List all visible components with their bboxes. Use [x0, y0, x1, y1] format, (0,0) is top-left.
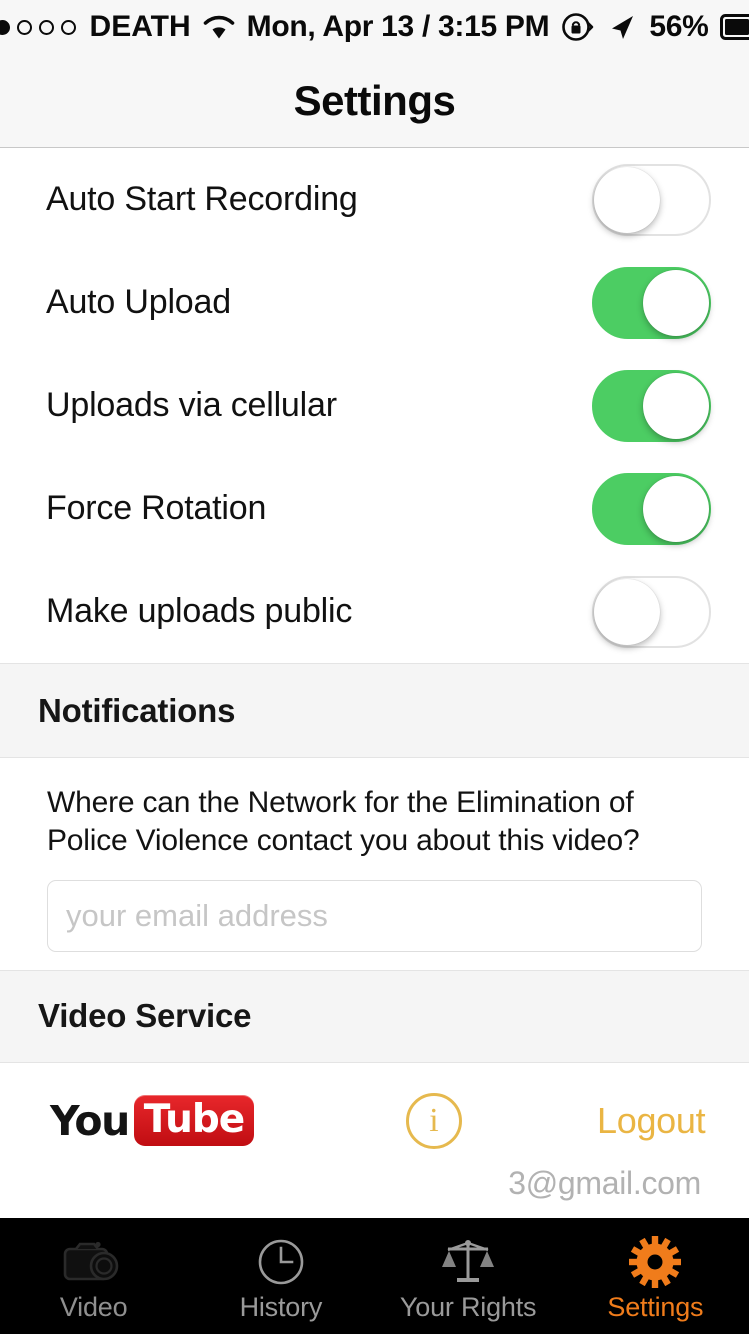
signal-strength-dots: [0, 19, 76, 35]
info-icon[interactable]: i: [406, 1092, 462, 1149]
signal-dot-4: [38, 19, 54, 35]
signal-dot-2: [0, 19, 10, 35]
wifi-icon: [203, 14, 235, 40]
tab-your-rights[interactable]: Your Rights: [375, 1218, 562, 1334]
clock-icon: [256, 1236, 306, 1288]
tab-label-your-rights: Your Rights: [399, 1291, 537, 1322]
status-datetime: Mon, Apr 13 / 3:15 PM: [246, 10, 550, 43]
setting-label: Force Rotation: [46, 489, 267, 527]
tab-label-history: History: [239, 1291, 323, 1322]
toggle-auto-upload[interactable]: [592, 266, 711, 339]
setting-label: Make uploads public: [46, 592, 353, 630]
location-arrow-icon: [607, 12, 637, 42]
toggle-list: Auto Start Recording Auto Upload Uploads…: [0, 148, 749, 663]
nav-bar: Settings: [0, 54, 749, 148]
rotation-lock-icon: [561, 11, 595, 43]
toggle-knob: [594, 578, 660, 645]
battery-icon: [720, 13, 749, 41]
email-input[interactable]: [47, 879, 702, 952]
setting-row-auto-start-recording: Auto Start Recording: [0, 148, 749, 251]
toggle-auto-start-recording[interactable]: [592, 163, 711, 236]
tab-label-video: Video: [59, 1291, 128, 1322]
setting-row-uploads-via-cellular: Uploads via cellular: [0, 354, 749, 457]
battery-percent-label: 56%: [649, 10, 709, 43]
section-header-video-service: Video Service: [0, 969, 749, 1063]
carrier-name: DEATH: [89, 10, 191, 43]
toggle-knob: [643, 372, 709, 439]
tab-label-settings: Settings: [607, 1291, 704, 1322]
contact-question-text: Where can the Network for the Eliminatio…: [47, 786, 640, 857]
camera-icon: [62, 1236, 126, 1288]
youtube-logo-text-tube: Tube: [133, 1095, 255, 1147]
toggle-make-uploads-public[interactable]: [592, 575, 711, 648]
setting-row-auto-upload: Auto Upload: [0, 251, 749, 354]
gear-icon: [628, 1235, 682, 1288]
toggle-uploads-via-cellular[interactable]: [592, 369, 711, 442]
youtube-logo-text-you: You: [50, 1096, 130, 1145]
status-bar: DEATH Mon, Apr 13 / 3:15 PM 56%: [0, 0, 749, 54]
video-service-body: You Tube i Logout 3@gmail.com: [0, 1062, 749, 1218]
setting-row-force-rotation: Force Rotation: [0, 457, 749, 560]
setting-label: Auto Upload: [46, 283, 231, 321]
tab-video[interactable]: Video: [0, 1218, 187, 1334]
toggle-knob: [643, 269, 709, 336]
signal-dot-3: [16, 19, 32, 35]
toggle-knob: [594, 166, 660, 233]
tab-history[interactable]: History: [187, 1218, 374, 1334]
page-title: Settings: [293, 76, 456, 124]
section-header-notifications: Notifications: [0, 663, 749, 758]
logout-button[interactable]: Logout: [597, 1100, 706, 1142]
tab-bar: Video History Your Rights Settings: [0, 1218, 749, 1334]
youtube-logo: You Tube: [50, 1095, 280, 1147]
notifications-body: Where can the Network for the Eliminatio…: [0, 758, 749, 970]
settings-content: Auto Start Recording Auto Upload Uploads…: [0, 148, 749, 1218]
setting-label: Auto Start Recording: [46, 180, 358, 218]
account-email-label: 3@gmail.com: [508, 1164, 701, 1201]
setting-label: Uploads via cellular: [46, 386, 337, 424]
signal-dot-5: [60, 19, 76, 35]
setting-row-make-uploads-public: Make uploads public: [0, 560, 749, 663]
video-service-row: You Tube i Logout: [38, 1063, 711, 1149]
toggle-force-rotation[interactable]: [592, 472, 711, 545]
scales-of-justice-icon: [440, 1236, 496, 1288]
tab-settings[interactable]: Settings: [562, 1218, 749, 1334]
settings-screen: DEATH Mon, Apr 13 / 3:15 PM 56% Settings…: [0, 0, 749, 1334]
toggle-knob: [643, 475, 709, 542]
